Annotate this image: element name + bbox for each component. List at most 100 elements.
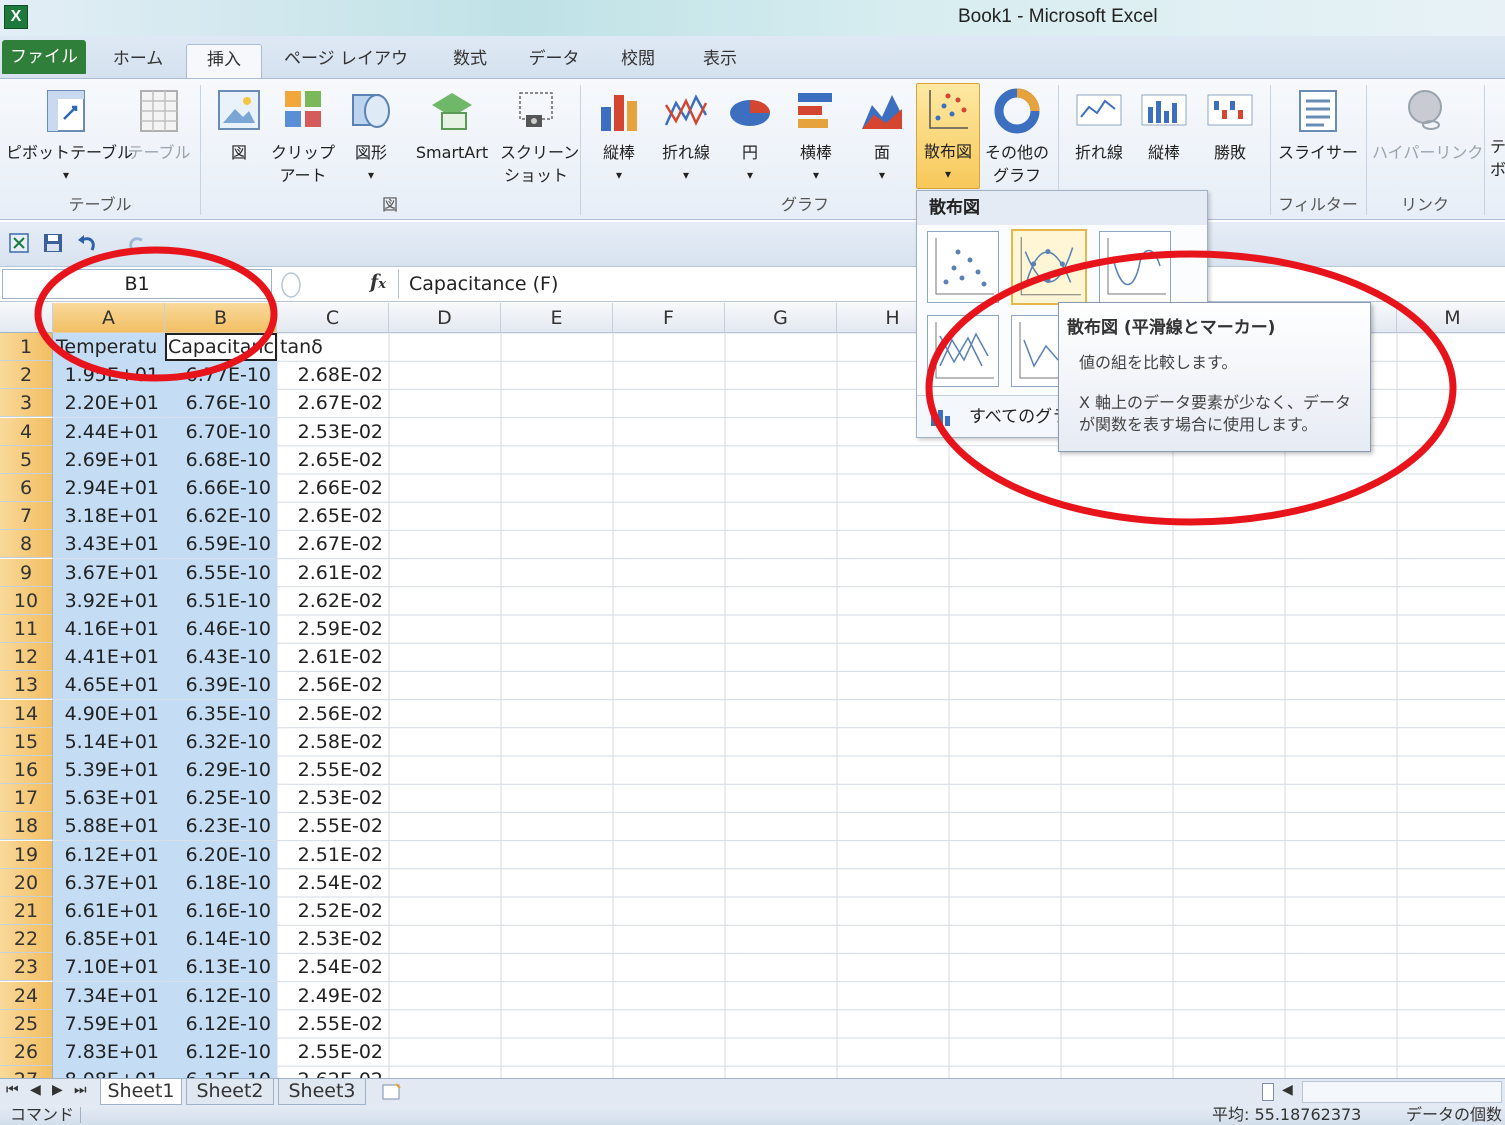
row-header[interactable]: 20 xyxy=(0,868,53,897)
scroll-left-icon[interactable]: ◀ xyxy=(1282,1082,1293,1098)
sparkline-line-button[interactable]: 折れ線 xyxy=(1066,85,1132,164)
scroll-handle-icon[interactable] xyxy=(280,271,302,299)
data-cell[interactable]: 2.65E-02 xyxy=(277,446,389,474)
row-header[interactable]: 11 xyxy=(0,615,53,643)
insert-sheet-icon[interactable] xyxy=(380,1082,404,1102)
tab-insert[interactable]: 挿入 xyxy=(186,44,262,78)
clip-art-button[interactable]: クリップ アート xyxy=(270,85,336,187)
data-cell[interactable]: 2.56E-02 xyxy=(277,700,389,728)
data-cell[interactable]: 2.61E-02 xyxy=(277,643,389,671)
picture-button[interactable]: 図 xyxy=(210,85,268,164)
data-cell[interactable]: 6.51E-10 xyxy=(165,586,277,615)
hscroll-split-handle[interactable] xyxy=(1262,1083,1274,1101)
data-cell[interactable]: 7.10E+01 xyxy=(53,953,165,982)
data-cell[interactable]: 6.12E-10 xyxy=(165,1066,277,1078)
row-header[interactable]: 15 xyxy=(0,727,53,756)
data-cell[interactable]: 6.12E-10 xyxy=(165,1009,277,1038)
tab-view[interactable]: 表示 xyxy=(690,44,750,78)
data-cell[interactable]: 6.77E-10 xyxy=(165,361,277,390)
header-cell[interactable]: Temperatu xyxy=(53,333,165,361)
data-cell[interactable]: 6.59E-10 xyxy=(165,530,277,559)
data-cell[interactable]: 2.55E-02 xyxy=(277,1010,389,1038)
data-cell[interactable]: 3.67E+01 xyxy=(53,558,165,587)
row-header[interactable]: 4 xyxy=(0,417,53,446)
data-cell[interactable]: 6.12E+01 xyxy=(53,840,165,869)
screenshot-button[interactable]: スクリーン ショット xyxy=(500,85,579,187)
data-cell[interactable]: 5.14E+01 xyxy=(53,727,165,756)
hyperlink-button[interactable]: ハイパーリンク xyxy=(1372,85,1483,164)
row-header[interactable]: 24 xyxy=(0,981,53,1010)
data-cell[interactable]: 6.20E-10 xyxy=(165,840,277,869)
data-cell[interactable]: 2.94E+01 xyxy=(53,474,165,502)
pivot-table-button[interactable]: ピボットテーブル ▾ xyxy=(6,85,133,187)
row-header[interactable]: 17 xyxy=(0,784,53,813)
data-cell[interactable]: 6.16E-10 xyxy=(165,897,277,925)
row-header[interactable]: 10 xyxy=(0,586,53,615)
row-header[interactable]: 8 xyxy=(0,530,53,559)
data-cell[interactable]: 6.55E-10 xyxy=(165,558,277,587)
tab-review[interactable]: 校閲 xyxy=(608,44,668,78)
data-cell[interactable]: 6.43E-10 xyxy=(165,643,277,672)
data-cell[interactable]: 2.67E-02 xyxy=(277,389,389,417)
data-cell[interactable]: 2.62E-02 xyxy=(277,587,389,615)
last-sheet-icon[interactable]: ⏭ xyxy=(74,1082,87,1098)
excel-small-icon[interactable] xyxy=(8,232,30,254)
data-cell[interactable]: 2.55E-02 xyxy=(277,812,389,840)
sheet-tab-3[interactable]: Sheet3 xyxy=(278,1079,366,1105)
row-header[interactable]: 27 xyxy=(0,1066,53,1078)
header-cell[interactable]: tanδ xyxy=(277,333,389,361)
scatter-chart-button[interactable]: 散布図 ▾ xyxy=(916,83,980,189)
horizontal-scrollbar[interactable] xyxy=(1302,1081,1502,1103)
data-cell[interactable]: 2.68E-02 xyxy=(277,361,389,389)
sheet-tab-2[interactable]: Sheet2 xyxy=(186,1079,274,1105)
data-cell[interactable]: 6.32E-10 xyxy=(165,727,277,756)
scatter-smooth-markers-option[interactable] xyxy=(1011,229,1087,305)
data-cell[interactable]: 3.43E+01 xyxy=(53,530,165,559)
row-header[interactable]: 22 xyxy=(0,925,53,954)
next-sheet-icon[interactable]: ▶ xyxy=(52,1082,63,1098)
data-cell[interactable]: 2.61E-02 xyxy=(277,559,389,587)
data-cell[interactable]: 7.34E+01 xyxy=(53,981,165,1010)
data-cell[interactable]: 4.65E+01 xyxy=(53,671,165,700)
row-header[interactable]: 5 xyxy=(0,445,53,474)
name-box[interactable]: B1 xyxy=(2,269,272,299)
data-cell[interactable]: 6.37E+01 xyxy=(53,868,165,897)
data-cell[interactable]: 6.76E-10 xyxy=(165,389,277,418)
tab-formulas[interactable]: 数式 xyxy=(440,44,500,78)
tab-file[interactable]: ファイル xyxy=(2,40,86,74)
column-chart-button[interactable]: 縦棒 ▾ xyxy=(590,85,648,187)
data-cell[interactable]: 2.59E-02 xyxy=(277,615,389,643)
shapes-button[interactable]: 図形 ▾ xyxy=(342,85,400,187)
data-cell[interactable]: 6.66E-10 xyxy=(165,474,277,502)
row-header[interactable]: 3 xyxy=(0,389,53,418)
smartart-button[interactable]: SmartArt xyxy=(404,85,500,164)
data-cell[interactable]: 6.35E-10 xyxy=(165,699,277,728)
data-cell[interactable]: 6.13E-10 xyxy=(165,953,277,982)
row-header[interactable]: 18 xyxy=(0,812,53,841)
insert-function-button[interactable]: fx xyxy=(370,271,386,293)
data-cell[interactable]: 2.53E-02 xyxy=(277,784,389,812)
row-header[interactable]: 19 xyxy=(0,840,53,869)
data-cell[interactable]: 2.53E-02 xyxy=(277,925,389,953)
data-cell[interactable]: 2.56E-02 xyxy=(277,671,389,699)
bar-chart-button[interactable]: 横棒 ▾ xyxy=(786,85,846,187)
row-header[interactable]: 26 xyxy=(0,1038,53,1066)
row-header[interactable]: 2 xyxy=(0,361,53,390)
pie-chart-button[interactable]: 円 ▾ xyxy=(722,85,778,187)
data-cell[interactable]: 3.92E+01 xyxy=(53,586,165,615)
scatter-straight-markers-option[interactable] xyxy=(927,315,999,387)
data-cell[interactable]: 5.63E+01 xyxy=(53,784,165,813)
row-header[interactable]: 6 xyxy=(0,474,53,502)
data-cell[interactable]: 5.39E+01 xyxy=(53,756,165,784)
data-cell[interactable]: 6.46E-10 xyxy=(165,615,277,643)
data-cell[interactable]: 6.29E-10 xyxy=(165,756,277,784)
area-chart-button[interactable]: 面 ▾ xyxy=(854,85,910,187)
row-header[interactable]: 13 xyxy=(0,671,53,700)
data-cell[interactable]: 2.49E-02 xyxy=(277,982,389,1010)
data-cell[interactable]: 2.20E+01 xyxy=(53,389,165,418)
data-cell[interactable]: 6.25E-10 xyxy=(165,784,277,813)
header-cell[interactable]: Capacitanc xyxy=(165,333,277,361)
data-cell[interactable]: 2.44E+01 xyxy=(53,417,165,446)
data-cell[interactable]: 7.59E+01 xyxy=(53,1009,165,1038)
data-cell[interactable]: 8.08E+01 xyxy=(53,1066,165,1078)
